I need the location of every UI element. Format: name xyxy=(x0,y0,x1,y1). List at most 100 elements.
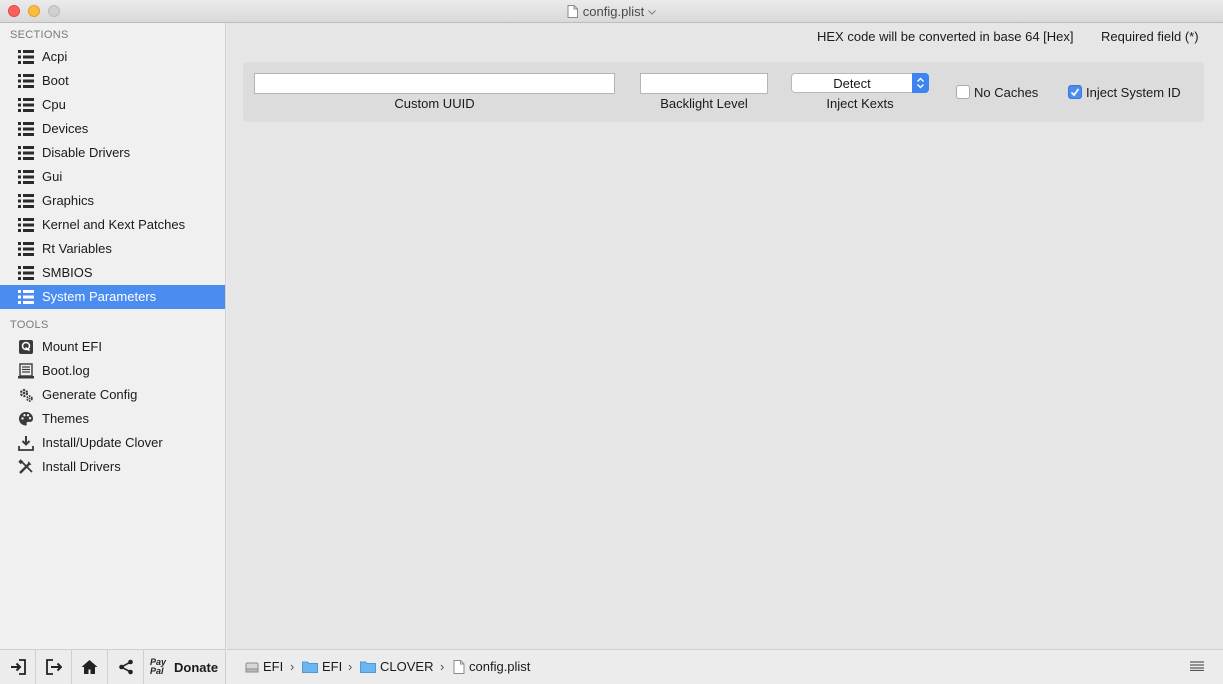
sidebar-item-cpu[interactable]: Cpu xyxy=(0,93,225,117)
path-separator: › xyxy=(440,659,445,674)
inject-kexts-label: Inject Kexts xyxy=(826,96,894,111)
list-icon xyxy=(18,122,34,136)
list-icon xyxy=(18,218,34,232)
sidebar-item-install-update-clover[interactable]: Install/Update Clover xyxy=(0,431,225,455)
import-button[interactable] xyxy=(0,650,36,684)
up-down-arrows-icon xyxy=(917,77,924,89)
list-icon xyxy=(18,242,34,256)
sidebar-item-system-parameters[interactable]: System Parameters xyxy=(0,285,225,309)
custom-uuid-label: Custom UUID xyxy=(394,96,475,111)
hex-note: HEX code will be converted in base 64 [H… xyxy=(817,29,1074,44)
document-icon xyxy=(453,659,465,674)
sidebar-item-acpi[interactable]: Acpi xyxy=(0,45,225,69)
no-caches-checkbox[interactable] xyxy=(956,85,970,99)
path-item-clover-folder[interactable]: CLOVER xyxy=(360,659,433,674)
sidebar-item-label: Devices xyxy=(42,121,89,136)
share-icon xyxy=(118,659,133,675)
path-item-efi-disk[interactable]: EFI xyxy=(245,659,283,674)
gears-icon xyxy=(19,388,33,402)
donate-button[interactable]: Pay Pal Donate xyxy=(144,650,226,684)
donate-label: Donate xyxy=(174,659,219,675)
sidebar-item-label: Gui xyxy=(42,169,63,184)
inject-kexts-select[interactable]: Detect xyxy=(791,73,929,93)
bottom-left-toolbar: Pay Pal Donate xyxy=(0,649,226,684)
list-icon xyxy=(18,194,34,208)
sidebar-item-install-drivers[interactable]: Install Drivers xyxy=(0,455,225,479)
folder-icon xyxy=(302,661,318,673)
inject-kexts-value: Detect xyxy=(833,76,871,91)
drive-icon xyxy=(245,662,259,672)
required-field-note: Required field (*) xyxy=(1101,29,1199,44)
sidebar-item-label: Kernel and Kext Patches xyxy=(42,217,186,232)
sidebar-item-rt-variables[interactable]: Rt Variables xyxy=(0,237,225,261)
import-icon xyxy=(10,659,26,675)
download-icon xyxy=(18,436,34,451)
tools-icon xyxy=(18,459,33,474)
select-stepper xyxy=(912,73,929,93)
chevron-down-icon xyxy=(648,10,657,15)
sidebar-item-boot[interactable]: Boot xyxy=(0,69,225,93)
checkmark-icon xyxy=(1070,88,1080,97)
list-icon xyxy=(18,170,34,184)
sidebar-item-label: Disable Drivers xyxy=(42,145,131,160)
document-icon xyxy=(567,5,578,18)
title-bar: config.plist xyxy=(0,0,1223,23)
paypal-icon: Pay Pal xyxy=(150,657,167,676)
sidebar-item-generate-config[interactable]: Generate Config xyxy=(0,383,225,407)
path-separator: › xyxy=(348,659,353,674)
home-button[interactable] xyxy=(72,650,108,684)
sidebar-item-kernel-and-kext-patches[interactable]: Kernel and Kext Patches xyxy=(0,213,225,237)
list-icon xyxy=(18,290,34,304)
list-icon xyxy=(18,266,34,280)
backlight-level-label: Backlight Level xyxy=(660,96,748,111)
sidebar-item-label: Cpu xyxy=(42,97,66,112)
inject-system-id-label: Inject System ID xyxy=(1086,85,1181,100)
window-title[interactable]: config.plist xyxy=(0,4,1223,19)
disk-icon xyxy=(19,340,33,354)
home-icon xyxy=(81,660,98,674)
path-item-efi-folder[interactable]: EFI xyxy=(302,659,342,674)
sidebar-item-boot-log[interactable]: Boot.log xyxy=(0,359,225,383)
system-parameters-panel: Custom UUID Backlight Level Detect Injec… xyxy=(243,62,1204,122)
backlight-level-input[interactable] xyxy=(640,73,768,94)
sidebar: SECTIONS Acpi Boot Cpu Devices Disable D… xyxy=(0,23,226,649)
sidebar-item-graphics[interactable]: Graphics xyxy=(0,189,225,213)
sidebar-item-label: Install Drivers xyxy=(42,459,121,474)
sidebar-item-mount-efi[interactable]: Mount EFI xyxy=(0,335,225,359)
sidebar-item-devices[interactable]: Devices xyxy=(0,117,225,141)
path-separator: › xyxy=(290,659,295,674)
inject-system-id-checkbox[interactable] xyxy=(1068,85,1082,99)
export-button[interactable] xyxy=(36,650,72,684)
sidebar-item-label: Mount EFI xyxy=(42,339,102,354)
list-icon xyxy=(18,50,34,64)
sidebar-item-label: Install/Update Clover xyxy=(42,435,163,450)
list-icon xyxy=(18,74,34,88)
sidebar-item-smbios[interactable]: SMBIOS xyxy=(0,261,225,285)
log-icon xyxy=(18,363,34,379)
sidebar-item-label: Graphics xyxy=(42,193,95,208)
palette-icon xyxy=(19,412,33,426)
sidebar-item-label: System Parameters xyxy=(42,289,157,304)
export-icon xyxy=(45,659,62,675)
sidebar-item-themes[interactable]: Themes xyxy=(0,407,225,431)
share-button[interactable] xyxy=(108,650,144,684)
list-icon xyxy=(18,98,34,112)
list-icon xyxy=(18,146,34,160)
menu-lines-icon[interactable] xyxy=(1190,661,1204,671)
sidebar-item-label: Generate Config xyxy=(42,387,138,402)
path-item-config-plist[interactable]: config.plist xyxy=(453,659,530,674)
sidebar-item-disable-drivers[interactable]: Disable Drivers xyxy=(0,141,225,165)
sidebar-item-label: Boot.log xyxy=(42,363,90,378)
sections-header: SECTIONS xyxy=(10,29,69,41)
tools-header: TOOLS xyxy=(10,319,49,331)
custom-uuid-input[interactable] xyxy=(254,73,615,94)
no-caches-label: No Caches xyxy=(974,85,1039,100)
sidebar-item-label: Rt Variables xyxy=(42,241,112,256)
sidebar-item-label: Boot xyxy=(42,73,69,88)
sidebar-item-label: Acpi xyxy=(42,49,68,64)
sidebar-item-label: SMBIOS xyxy=(42,265,93,280)
sidebar-item-gui[interactable]: Gui xyxy=(0,165,225,189)
folder-icon xyxy=(360,661,376,673)
sidebar-item-label: Themes xyxy=(42,411,89,426)
path-bar: EFI › EFI › CLOVER › config.plist xyxy=(227,649,1223,684)
